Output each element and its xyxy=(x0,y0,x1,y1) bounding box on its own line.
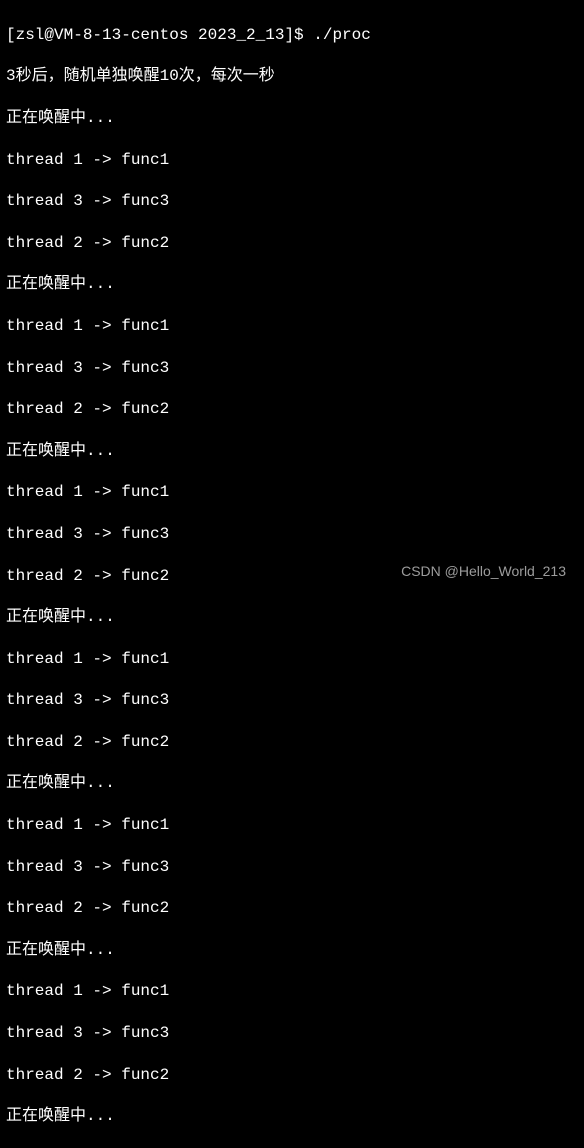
thread-line: thread 1 -> func1 xyxy=(6,815,578,836)
intro-line: 3秒后，随机单独唤醒10次，每次一秒 xyxy=(6,66,578,87)
wakeup-line: 正在唤醒中... xyxy=(6,274,578,295)
thread-line: thread 3 -> func3 xyxy=(6,191,578,212)
prompt-line[interactable]: [zsl@VM-8-13-centos 2023_2_13]$ ./proc xyxy=(6,25,578,46)
watermark-text: CSDN @Hello_World_213 xyxy=(401,562,566,580)
thread-line: thread 2 -> func2 xyxy=(6,1065,578,1086)
wakeup-line: 正在唤醒中... xyxy=(6,773,578,794)
thread-line: thread 1 -> func1 xyxy=(6,482,578,503)
thread-line: thread 1 -> func1 xyxy=(6,316,578,337)
wakeup-line: 正在唤醒中... xyxy=(6,108,578,129)
thread-line: thread 2 -> func2 xyxy=(6,898,578,919)
thread-line: thread 3 -> func3 xyxy=(6,524,578,545)
wakeup-line: 正在唤醒中... xyxy=(6,607,578,628)
thread-line: thread 3 -> func3 xyxy=(6,690,578,711)
thread-line: thread 3 -> func3 xyxy=(6,857,578,878)
thread-line: thread 2 -> func2 xyxy=(6,399,578,420)
thread-line: thread 3 -> func3 xyxy=(6,358,578,379)
thread-line: thread 3 -> func3 xyxy=(6,1023,578,1044)
wakeup-line: 正在唤醒中... xyxy=(6,441,578,462)
wakeup-line: 正在唤醒中... xyxy=(6,1106,578,1127)
wakeup-line: 正在唤醒中... xyxy=(6,940,578,961)
thread-line: thread 1 -> func1 xyxy=(6,150,578,171)
command-text: ./proc xyxy=(313,26,371,44)
thread-line: thread 1 -> func1 xyxy=(6,981,578,1002)
thread-line: thread 2 -> func2 xyxy=(6,732,578,753)
thread-line: thread 1 -> func1 xyxy=(6,649,578,670)
thread-line: thread 2 -> func2 xyxy=(6,233,578,254)
shell-prompt: [zsl@VM-8-13-centos 2023_2_13]$ xyxy=(6,26,313,44)
